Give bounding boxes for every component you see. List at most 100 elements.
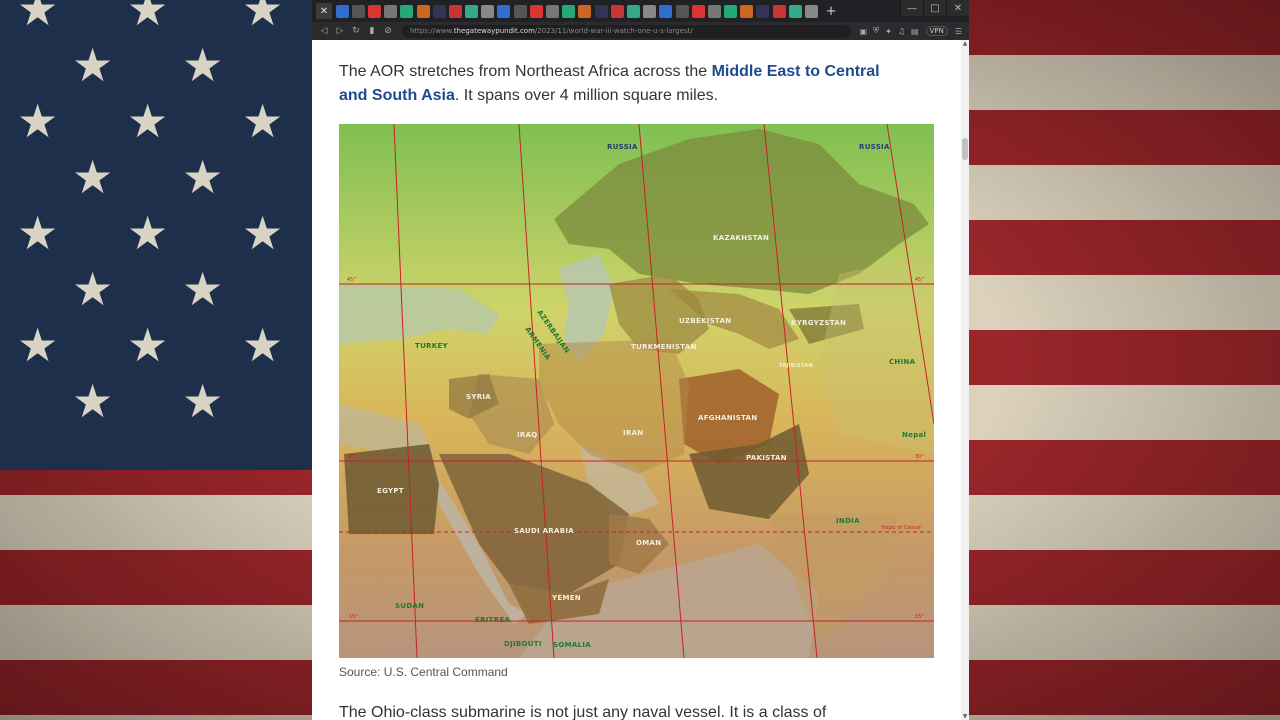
close-tab-icon[interactable]: ✕ (316, 3, 332, 19)
tab-favicon[interactable] (546, 4, 560, 18)
tab-favicon[interactable] (400, 4, 414, 18)
tab-favicon[interactable] (643, 4, 657, 18)
label-egypt: EGYPT (377, 487, 404, 495)
url-prefix: https://www. (410, 26, 454, 35)
tab-favicon[interactable] (724, 4, 738, 18)
star-icon: ★ (242, 206, 284, 260)
label-russia-w: RUSSIA (607, 143, 638, 151)
label-somalia: SOMALIA (553, 641, 591, 649)
page-content: The AOR stretches from Northeast Africa … (312, 40, 961, 720)
minimize-icon[interactable]: — (900, 0, 923, 16)
scrollbar[interactable]: ▲ ▼ (961, 40, 969, 720)
tab-favicon[interactable] (351, 4, 365, 18)
tracking-icon[interactable]: ⊘ (380, 26, 396, 36)
star-icon: ★ (182, 150, 224, 204)
browser-window: ✕ + — □ ✕ ◁ ▷ ↻ ▮ ⊘ https://www.thegatew… (312, 0, 969, 720)
label-iran: IRAN (623, 429, 643, 437)
tab-favicon[interactable] (626, 4, 640, 18)
lead-text-1: The AOR stretches from Northeast Africa … (339, 63, 712, 80)
label-oman: OMAN (636, 539, 661, 547)
vpn-button[interactable]: VPN (925, 26, 948, 36)
reload-icon[interactable]: ↻ (348, 26, 364, 36)
tab-favicon[interactable] (481, 4, 495, 18)
tab-favicon[interactable] (578, 4, 592, 18)
star-icon: ★ (72, 150, 114, 204)
tab-favicon[interactable] (465, 4, 479, 18)
tab-favicon[interactable] (691, 4, 705, 18)
label-russia-e: RUSSIA (859, 143, 890, 151)
lat-15-e: 15° (915, 614, 924, 620)
puzzle-icon[interactable]: ✦ (885, 27, 892, 36)
lat-30-e: 30° (915, 454, 924, 460)
tab-favicon[interactable] (756, 4, 770, 18)
label-djibouti: DJIBOUTI (504, 640, 542, 648)
tab-favicon[interactable] (594, 4, 608, 18)
label-india: INDIA (836, 517, 860, 525)
menu-icon[interactable]: ☰ (955, 27, 962, 36)
tab-favicon[interactable] (384, 4, 398, 18)
lat-45-w: 45° (347, 277, 356, 283)
image-caption: Source: U.S. Central Command (339, 665, 508, 679)
star-icon: ★ (242, 0, 284, 36)
address-bar: ◁ ▷ ↻ ▮ ⊘ https://www.thegatewaypundit.c… (312, 22, 969, 40)
label-syria: SYRIA (466, 393, 491, 401)
window-controls: — □ ✕ (900, 0, 969, 16)
music-icon[interactable]: ♫ (898, 27, 905, 36)
tab-favicon[interactable] (529, 4, 543, 18)
back-icon[interactable]: ◁ (316, 26, 332, 36)
next-paragraph: The Ohio-class submarine is not just any… (339, 704, 827, 720)
star-icon: ★ (242, 94, 284, 148)
extensions-icon[interactable]: ▣ (860, 27, 868, 36)
tab-favicon[interactable] (513, 4, 527, 18)
label-sudan: SUDAN (395, 602, 424, 610)
star-icon: ★ (182, 262, 224, 316)
shield-icon[interactable]: ⛨ (873, 26, 879, 36)
tab-favicon[interactable] (432, 4, 446, 18)
star-icon: ★ (182, 38, 224, 92)
tab-favicon[interactable] (659, 4, 673, 18)
scroll-thumb[interactable] (962, 138, 968, 160)
tab-favicon[interactable] (448, 4, 462, 18)
lat-45-e: 45° (915, 277, 924, 283)
label-china: CHINA (889, 358, 916, 366)
star-icon: ★ (72, 374, 114, 428)
star-icon: ★ (242, 318, 284, 372)
aor-map: RUSSIA RUSSIA KAZAKHSTAN UZBEKISTAN KYRG… (339, 124, 934, 658)
tab-favicon[interactable] (772, 4, 786, 18)
label-tajikistan: TAJIKISTAN (779, 363, 813, 369)
bookmark-icon[interactable]: ▮ (364, 26, 380, 36)
star-icon: ★ (17, 0, 59, 36)
forward-icon[interactable]: ▷ (332, 26, 348, 36)
tab-favicon[interactable] (740, 4, 754, 18)
tab-favicon[interactable] (335, 4, 349, 18)
label-tropic: Tropic of Cancer (880, 525, 922, 531)
label-kyrgyzstan: KYRGYZSTAN (791, 319, 846, 327)
tab-favicon[interactable] (707, 4, 721, 18)
tab-favicon[interactable] (562, 4, 576, 18)
new-tab-icon[interactable]: + (826, 4, 837, 19)
lead-text-2: . It spans over 4 million square miles. (454, 87, 719, 104)
tab-favicon[interactable] (416, 4, 430, 18)
star-icon: ★ (127, 94, 169, 148)
label-afghanistan: AFGHANISTAN (698, 414, 758, 422)
tab-favicon[interactable] (610, 4, 624, 18)
star-icon: ★ (127, 206, 169, 260)
tab-favicon[interactable] (805, 4, 819, 18)
tab-favicon[interactable] (675, 4, 689, 18)
flag-canton: ★ ★ ★ ★ ★ ★ ★ ★ ★ ★ ★ ★ ★ ★ ★ ★ ★ ★ ★ ★ (0, 0, 312, 470)
map-svg: RUSSIA RUSSIA KAZAKHSTAN UZBEKISTAN KYRG… (339, 124, 934, 658)
url-domain: thegatewaypundit.com (453, 26, 535, 35)
label-kazakhstan: KAZAKHSTAN (713, 234, 769, 242)
url-field[interactable]: https://www.thegatewaypundit.com/2023/11… (402, 24, 851, 38)
maximize-icon[interactable]: □ (923, 0, 946, 16)
scroll-up-icon[interactable]: ▲ (961, 40, 969, 47)
tab-favicon[interactable] (497, 4, 511, 18)
sidebar-icon[interactable]: ▤ (911, 27, 919, 36)
star-icon: ★ (17, 94, 59, 148)
tab-favicon[interactable] (788, 4, 802, 18)
close-window-icon[interactable]: ✕ (946, 0, 969, 16)
scroll-down-icon[interactable]: ▼ (961, 713, 969, 720)
label-uzbekistan: UZBEKISTAN (679, 317, 731, 325)
label-pakistan: PAKISTAN (746, 454, 787, 462)
tab-favicon[interactable] (367, 4, 381, 18)
